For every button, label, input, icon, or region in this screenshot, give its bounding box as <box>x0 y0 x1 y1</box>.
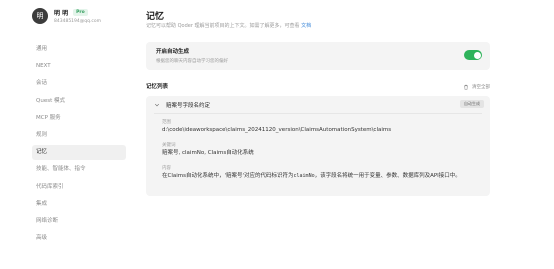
user-email: 843485194@qq.com <box>54 19 102 24</box>
content-value: 在Claims自动化系统中，'赔案号'对应的代码标识符为claimNo，该字段名… <box>162 173 461 179</box>
content-label: 内容 <box>162 166 171 171</box>
nav-item-skills[interactable]: 技能、智能体、指令 <box>32 162 126 177</box>
nav-item-general[interactable]: 通用 <box>32 42 126 57</box>
auto-generated-badge: 自动生成 <box>460 100 484 108</box>
memory-item: 赔案号字段名约定 自动生成 范围 d:\code\ideaworkspace\c… <box>146 96 490 196</box>
toggle-knob <box>473 51 481 59</box>
user-name: 明 明 <box>54 10 69 17</box>
memory-item-header[interactable]: 赔案号字段名约定 <box>154 101 210 109</box>
memory-title: 赔案号字段名约定 <box>166 103 211 109</box>
auto-generate-title: 开启自动生成 <box>156 49 190 55</box>
nav-item-memory[interactable]: 记忆 <box>32 145 126 161</box>
nav-item-quest-mode[interactable]: Quest 模式 <box>32 94 126 109</box>
nav-item-rules[interactable]: 规则 <box>32 128 126 143</box>
scope-label: 范围 <box>162 120 171 125</box>
settings-nav: 通用 NEXT 会话 Quest 模式 MCP 服务 规则 记忆 技能、智能体、… <box>32 42 126 248</box>
auto-generate-description: 根据您的聊天内容自动学习您的偏好 <box>156 59 228 64</box>
nav-item-network-diagnostics[interactable]: 网络诊断 <box>32 214 126 229</box>
code-identifier: claimNo <box>293 173 315 179</box>
auto-generate-card: 开启自动生成 根据您的聊天内容自动学习您的偏好 <box>146 42 490 70</box>
page-description: 记忆可以帮助 Qoder 理解当前项目的上下文。如需了解更多，可查看 文档 <box>146 23 312 29</box>
trash-icon <box>464 84 468 90</box>
memory-list-title: 记忆列表 <box>146 84 169 90</box>
divider <box>154 113 482 114</box>
nav-item-integrations[interactable]: 集成 <box>32 197 126 212</box>
keywords-label: 关键词 <box>162 143 176 148</box>
memory-list-header: 记忆列表 清空全部 <box>146 82 490 92</box>
chevron-down-icon[interactable] <box>154 102 160 108</box>
avatar: 明 <box>32 8 48 24</box>
nav-item-next[interactable]: NEXT <box>32 59 126 74</box>
nav-item-session[interactable]: 会话 <box>32 76 126 91</box>
auto-generate-toggle[interactable] <box>464 50 482 60</box>
scope-value: d:\code\ideaworkspace\claims_20241120_ve… <box>162 127 392 133</box>
keywords-value: 赔案号, claimNo, Claims自动化系统 <box>162 150 254 156</box>
nav-item-mcp[interactable]: MCP 服务 <box>32 111 126 126</box>
user-profile[interactable]: 明 明 明 Pro 843485194@qq.com <box>32 8 101 24</box>
nav-item-codebase-index[interactable]: 代码库索引 <box>32 180 126 195</box>
nav-item-advanced[interactable]: 高级 <box>32 231 126 246</box>
pro-badge: Pro <box>73 9 88 16</box>
docs-link[interactable]: 文档 <box>301 23 311 29</box>
page-title: 记忆 <box>146 12 165 22</box>
clear-all-button[interactable]: 清空全部 <box>463 84 490 90</box>
sidebar: 明 明 明 Pro 843485194@qq.com 通用 NEXT 会话 Qu… <box>0 0 132 269</box>
